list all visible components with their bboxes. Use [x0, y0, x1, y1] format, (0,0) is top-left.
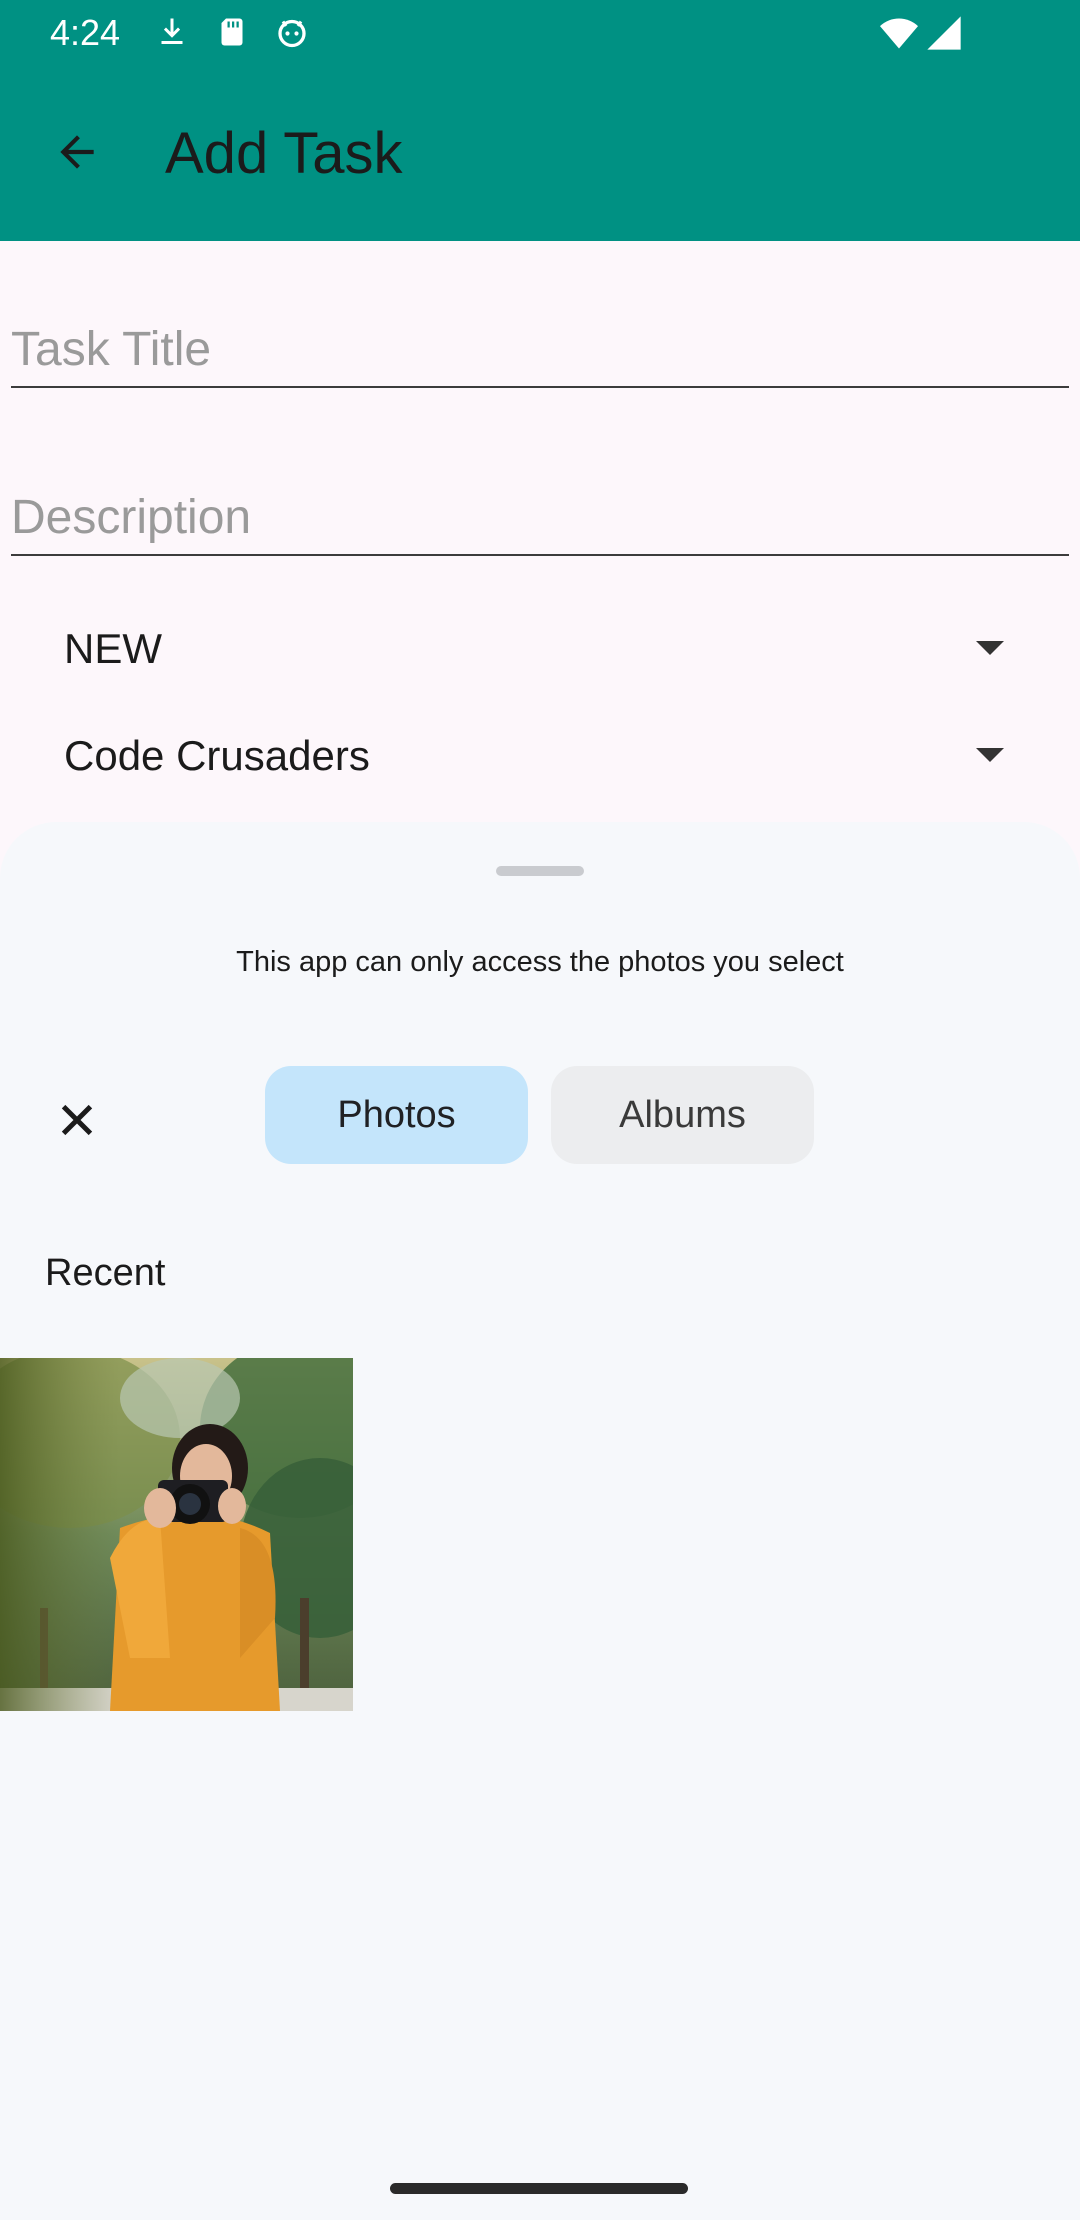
android-face-icon [278, 19, 306, 48]
page-title: Add Task [165, 121, 403, 186]
gesture-nav-bar[interactable] [390, 2183, 688, 2194]
status-value: NEW [64, 625, 162, 672]
access-notice: This app can only access the photos you … [236, 946, 844, 978]
signal-icon [927, 16, 961, 50]
close-button[interactable] [40, 1083, 114, 1157]
tab-albums[interactable]: Albums [551, 1066, 814, 1164]
screen: 4:24 Add Task Task Title Description NEW… [0, 0, 1080, 2220]
drag-handle[interactable] [496, 866, 584, 876]
sd-card-icon [221, 18, 243, 46]
team-value: Code Crusaders [64, 732, 370, 779]
tab-photos[interactable]: Photos [265, 1066, 528, 1164]
app-bar: 4:24 Add Task [0, 0, 1080, 241]
description-field[interactable]: Description [11, 468, 1069, 556]
task-title-field[interactable]: Task Title [11, 300, 1069, 388]
task-title-placeholder: Task Title [11, 323, 212, 376]
section-label-recent: Recent [45, 1252, 166, 1294]
status-dropdown[interactable]: NEW [64, 613, 1004, 693]
dropdown-arrow-icon [976, 748, 1004, 762]
wifi-icon [880, 18, 918, 49]
description-placeholder: Description [11, 491, 252, 544]
back-button[interactable] [40, 115, 114, 189]
arrow-back-icon [60, 135, 94, 169]
close-icon [61, 1104, 93, 1136]
team-dropdown[interactable]: Code Crusaders [64, 720, 1004, 800]
download-icon [161, 18, 183, 44]
photo-thumbnail[interactable] [0, 1358, 353, 1711]
status-time: 4:24 [50, 12, 121, 53]
photo-picker-sheet: This app can only access the photos you … [0, 822, 1080, 2220]
photo-image [0, 1358, 353, 1711]
dropdown-arrow-icon [976, 641, 1004, 655]
